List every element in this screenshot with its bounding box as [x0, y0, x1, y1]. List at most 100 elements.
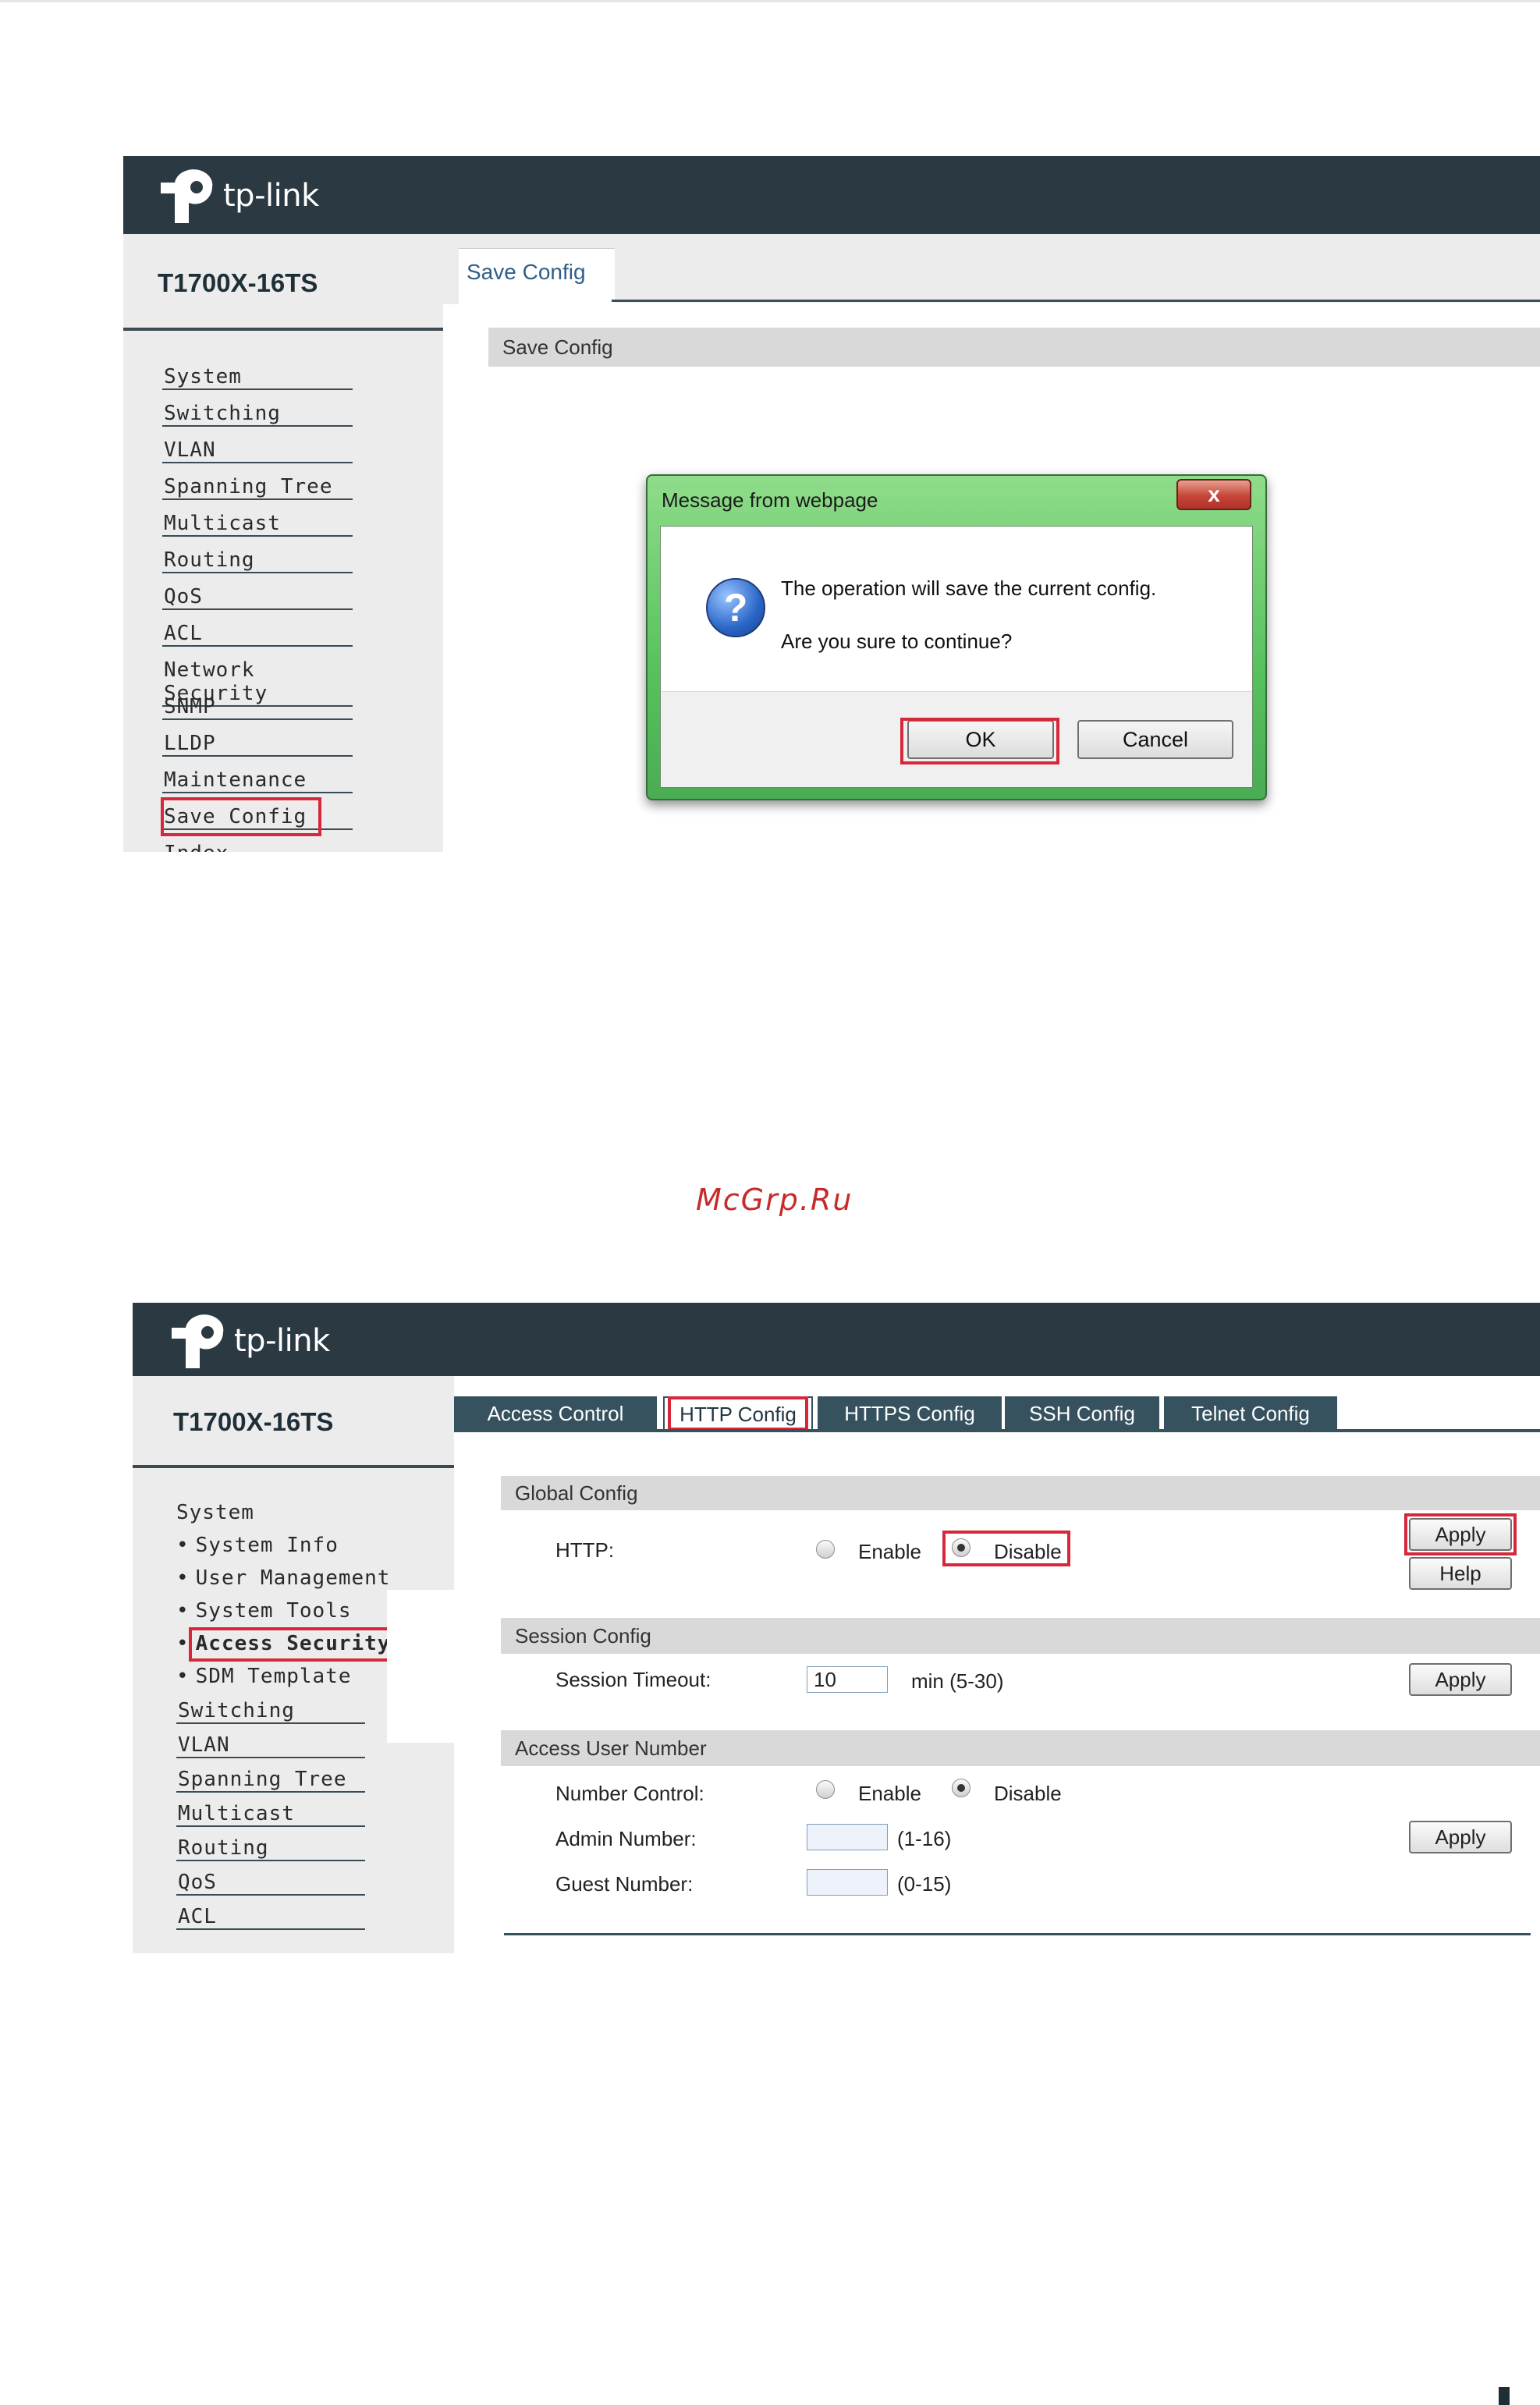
sidebar-item-snmp[interactable]: SNMP	[162, 695, 353, 720]
dialog-title: Message from webpage	[662, 488, 878, 512]
highlight-access-security	[189, 1627, 406, 1662]
page-corner-mark	[1499, 2387, 1510, 2405]
screenshot-http-config: tp-link T1700X-16TS System • System Info • U…	[133, 1303, 1540, 1953]
sidebar-item-multicast[interactable]: Multicast	[176, 1802, 365, 1827]
sidebar-item-spanning-tree[interactable]: Spanning Tree	[162, 475, 353, 500]
sidebar-subitem-label: SDM Template	[195, 1665, 352, 1688]
sidebar-subitem-label: System Info	[195, 1534, 339, 1557]
top-header-2: tp-link	[133, 1303, 1540, 1376]
question-glyph: ?	[723, 586, 748, 630]
number-control-label: Number Control:	[555, 1782, 704, 1805]
tp-link-logo-icon	[172, 1314, 224, 1368]
session-timeout-unit: min (5-30)	[911, 1669, 1004, 1693]
sidebar-subitem-system-tools[interactable]: • System Tools	[176, 1599, 352, 1623]
tab-strip-rest	[615, 248, 1540, 303]
sidebar-item-routing[interactable]: Routing	[162, 548, 353, 573]
sidebar-item-lldp[interactable]: LLDP	[162, 732, 353, 757]
close-icon: x	[1208, 482, 1220, 506]
brand-logo: tp-link	[158, 167, 319, 225]
session-apply-button[interactable]: Apply	[1409, 1663, 1512, 1696]
bullet-icon: •	[176, 1599, 190, 1623]
highlight-save-config-menu	[161, 797, 321, 836]
sidebar-notch	[387, 1590, 454, 1743]
tab-bar-underline	[454, 1429, 1540, 1432]
sidebar-item-routing[interactable]: Routing	[176, 1836, 365, 1861]
number-control-enable-radio[interactable]	[816, 1780, 835, 1799]
content-bottom-rule	[504, 1933, 1531, 1935]
top-header: tp-link	[123, 156, 1540, 234]
guest-number-range: (0-15)	[897, 1872, 952, 1896]
help-button[interactable]: Help	[1409, 1557, 1512, 1590]
sidebar-subitem-system-info[interactable]: • System Info	[176, 1534, 339, 1557]
sidebar-item-switching[interactable]: Switching	[176, 1699, 365, 1724]
dialog-message-line1: The operation will save the current conf…	[781, 576, 1157, 600]
global-config-bar: Global Config	[501, 1476, 1540, 1510]
tab-ssh-config[interactable]: SSH Config	[1005, 1396, 1159, 1431]
help-label: Help	[1439, 1561, 1481, 1585]
admin-number-input[interactable]	[807, 1824, 888, 1850]
tab-strip-bg	[443, 234, 1540, 248]
sidebar-item-vlan[interactable]: VLAN	[176, 1733, 365, 1758]
question-icon: ?	[706, 578, 765, 637]
guest-number-input[interactable]	[807, 1869, 888, 1896]
sidebar: T1700X-16TS System Switching VLAN Spanning …	[123, 234, 443, 852]
sidebar-subitem-label: System Tools	[195, 1599, 352, 1623]
page-top-rule	[0, 0, 1540, 2]
sidebar-item-vlan[interactable]: VLAN	[162, 438, 353, 463]
bullet-icon: •	[176, 1534, 190, 1557]
number-control-enable-label: Enable	[858, 1782, 921, 1805]
session-timeout-input[interactable]: 10	[807, 1666, 888, 1693]
tab-telnet-config[interactable]: Telnet Config	[1164, 1396, 1337, 1431]
session-timeout-label: Session Timeout:	[555, 1668, 711, 1691]
highlight-ok-button	[900, 718, 1059, 764]
http-label: HTTP:	[555, 1538, 615, 1562]
device-model: T1700X-16TS	[158, 268, 318, 297]
logo-text: tp-link	[223, 178, 319, 214]
sidebar-item-switching[interactable]: Switching	[162, 402, 353, 427]
number-control-disable-radio[interactable]	[952, 1779, 970, 1797]
sidebar-item-qos[interactable]: QoS	[176, 1871, 365, 1896]
tab-underline	[612, 300, 1540, 302]
sidebar-2: T1700X-16TS System • System Info • User Mana…	[133, 1376, 454, 1953]
admin-number-range: (1-16)	[897, 1827, 952, 1850]
watermark-text: McGrp.Ru	[696, 1183, 853, 1217]
apply-label: Apply	[1435, 1825, 1486, 1849]
sidebar-item-acl[interactable]: ACL	[176, 1905, 365, 1930]
brand-logo-2: tp-link	[169, 1312, 330, 1370]
sidebar-item-spanning-tree[interactable]: Spanning Tree	[176, 1768, 365, 1793]
sidebar-item-multicast[interactable]: Multicast	[162, 512, 353, 537]
tab-strip-gap	[443, 248, 459, 304]
access-apply-button[interactable]: Apply	[1409, 1821, 1512, 1853]
sidebar-divider-2	[133, 1465, 454, 1468]
sidebar-subitem-user-management[interactable]: • User Management	[176, 1566, 390, 1590]
cancel-button[interactable]: Cancel	[1077, 720, 1233, 759]
sidebar-divider	[123, 328, 443, 331]
bullet-icon: •	[176, 1632, 190, 1655]
sidebar-item-system[interactable]: System	[162, 365, 353, 390]
dialog-close-button[interactable]: x	[1176, 479, 1251, 510]
http-enable-radio[interactable]	[816, 1540, 835, 1559]
admin-number-label: Admin Number:	[555, 1827, 697, 1850]
tab-label: Save Config	[467, 260, 586, 284]
sidebar-subitem-sdm-template[interactable]: • SDM Template	[176, 1665, 352, 1688]
bullet-icon: •	[176, 1665, 190, 1688]
access-user-number-bar: Access User Number	[501, 1730, 1540, 1766]
tp-link-logo-icon	[161, 169, 213, 223]
tab-https-config[interactable]: HTTPS Config	[818, 1396, 1002, 1431]
highlight-http-config-tab	[668, 1396, 808, 1431]
logo-text-2: tp-link	[234, 1323, 330, 1359]
sidebar-item-system[interactable]: System	[176, 1501, 254, 1524]
cancel-label: Cancel	[1122, 727, 1189, 751]
sidebar-item-qos[interactable]: QoS	[162, 585, 353, 610]
sidebar-item-acl[interactable]: ACL	[162, 622, 353, 647]
sidebar-subitem-label: User Management	[195, 1566, 391, 1590]
tab-save-config[interactable]: Save Config	[459, 248, 615, 305]
number-control-disable-label: Disable	[994, 1782, 1062, 1805]
session-config-bar: Session Config	[501, 1618, 1540, 1654]
http-enable-label: Enable	[858, 1540, 921, 1563]
device-model-2: T1700X-16TS	[173, 1407, 334, 1436]
bullet-icon: •	[176, 1566, 190, 1590]
sidebar-item-maintenance[interactable]: Maintenance	[162, 768, 353, 793]
tab-access-control[interactable]: Access Control	[454, 1396, 657, 1431]
sidebar-item-index[interactable]: Index	[162, 842, 353, 852]
